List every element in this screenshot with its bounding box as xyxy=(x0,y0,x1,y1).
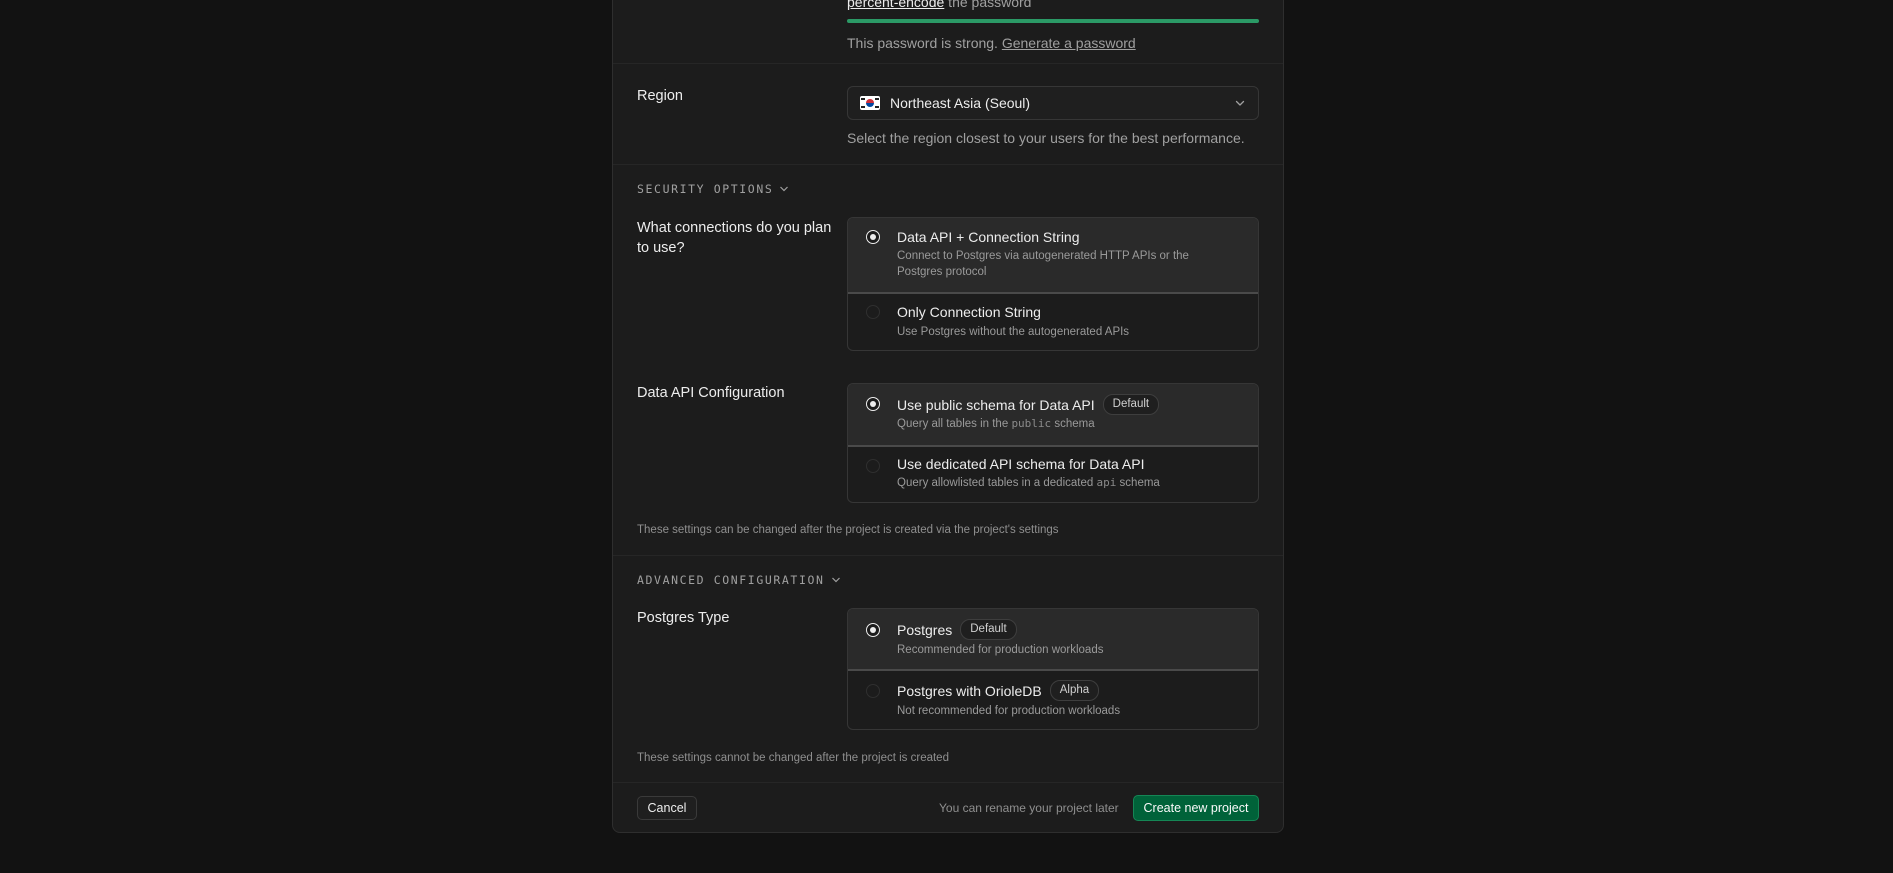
region-help: Select the region closest to your users … xyxy=(847,130,1245,146)
region-label: Region xyxy=(637,88,683,104)
option-title: Postgres xyxy=(897,621,953,638)
generate-password-link[interactable]: Generate a password xyxy=(1002,35,1136,51)
default-badge: Default xyxy=(1102,394,1160,415)
password-hint: percent-encode the password xyxy=(847,0,1031,10)
connections-radio-group: Data API + Connection String Connect to … xyxy=(847,217,1259,351)
divider xyxy=(613,63,1283,64)
data-api-config-label: Data API Configuration xyxy=(637,385,785,401)
option-desc: Connect to Postgres via autogenerated HT… xyxy=(897,250,1189,278)
option-desc-text: Query allowlisted tables in a dedicated xyxy=(897,477,1094,489)
connections-option-data-api[interactable]: Data API + Connection String Connect to … xyxy=(848,218,1258,294)
advanced-config-title: ADVANCED CONFIGURATION xyxy=(637,573,825,587)
region-select-value: Northeast Asia (Seoul) xyxy=(890,95,1031,111)
security-options-toggle[interactable]: SECURITY OPTIONS xyxy=(637,182,789,196)
schema-code: api xyxy=(1096,476,1117,489)
rename-note: You can rename your project later xyxy=(939,801,1119,815)
password-strength-bar xyxy=(847,19,1259,23)
chevron-down-icon xyxy=(780,186,789,192)
option-title-row: Postgres Default xyxy=(897,619,1017,640)
data-api-radio-group: Use public schema for Data API Default Q… xyxy=(847,383,1259,503)
postgres-type-label: Postgres Type xyxy=(637,610,730,626)
divider xyxy=(613,782,1283,783)
option-title: Use dedicated API schema for Data API xyxy=(897,456,1145,472)
option-desc: Not recommended for production workloads xyxy=(897,705,1121,717)
divider xyxy=(613,555,1283,556)
region-select[interactable]: Northeast Asia (Seoul) xyxy=(847,86,1259,120)
chevron-down-icon xyxy=(831,577,840,583)
advanced-config-toggle[interactable]: ADVANCED CONFIGURATION xyxy=(637,573,841,587)
option-title: Postgres with OrioleDB xyxy=(897,682,1042,699)
data-api-option-dedicated-schema[interactable]: Use dedicated API schema for Data API Qu… xyxy=(848,446,1258,502)
radio-unselected-icon xyxy=(866,684,880,698)
postgres-type-option-orioledb[interactable]: Postgres with OrioleDB Alpha Not recomme… xyxy=(848,670,1258,729)
option-desc: Query allowlisted tables in a dedicated … xyxy=(897,475,1237,491)
option-title-row: Use public schema for Data API Default xyxy=(897,394,1160,415)
radio-unselected-icon xyxy=(866,305,880,319)
cancel-button[interactable]: Cancel xyxy=(637,796,697,820)
connections-label: What connections do you plan to use? xyxy=(637,220,832,256)
option-desc-text: Query all tables in the xyxy=(897,418,1009,430)
radio-selected-icon xyxy=(866,623,880,637)
postgres-type-option-postgres[interactable]: Postgres Default Recommended for product… xyxy=(848,609,1258,671)
password-strength-text: This password is strong. xyxy=(847,35,998,51)
option-title: Only Connection String xyxy=(897,304,1041,320)
radio-selected-icon xyxy=(866,230,880,244)
percent-encode-link[interactable]: percent-encode xyxy=(847,0,944,10)
security-options-title: SECURITY OPTIONS xyxy=(637,182,774,196)
data-api-option-public-schema[interactable]: Use public schema for Data API Default Q… xyxy=(848,384,1258,447)
option-title: Use public schema for Data API xyxy=(897,396,1095,413)
password-hint-suffix: the password xyxy=(944,0,1032,10)
option-desc: Use Postgres without the autogenerated A… xyxy=(897,326,1130,338)
create-project-button[interactable]: Create new project xyxy=(1133,795,1259,821)
radio-selected-icon xyxy=(866,397,880,411)
option-desc: Recommended for production workloads xyxy=(897,644,1104,656)
option-desc-text: schema xyxy=(1054,418,1095,430)
default-badge: Default xyxy=(960,619,1017,640)
radio-unselected-icon xyxy=(866,459,880,473)
option-title-row: Postgres with OrioleDB Alpha xyxy=(897,680,1100,701)
connections-option-connection-string[interactable]: Only Connection String Use Postgres with… xyxy=(848,293,1258,350)
security-footnote: These settings can be changed after the … xyxy=(637,524,1059,536)
option-desc-text: schema xyxy=(1119,477,1160,489)
alpha-badge: Alpha xyxy=(1049,680,1100,701)
schema-code: public xyxy=(1011,417,1052,430)
option-title: Data API + Connection String xyxy=(897,229,1080,245)
south-korea-flag-icon xyxy=(860,96,880,110)
password-strength-row: This password is strong. Generate a pass… xyxy=(847,35,1136,51)
chevron-down-icon xyxy=(1235,100,1245,106)
option-desc: Query all tables in the public schema xyxy=(897,416,1237,432)
postgres-type-radio-group: Postgres Default Recommended for product… xyxy=(847,608,1259,730)
advanced-footnote: These settings cannot be changed after t… xyxy=(637,752,949,764)
divider xyxy=(613,164,1283,165)
